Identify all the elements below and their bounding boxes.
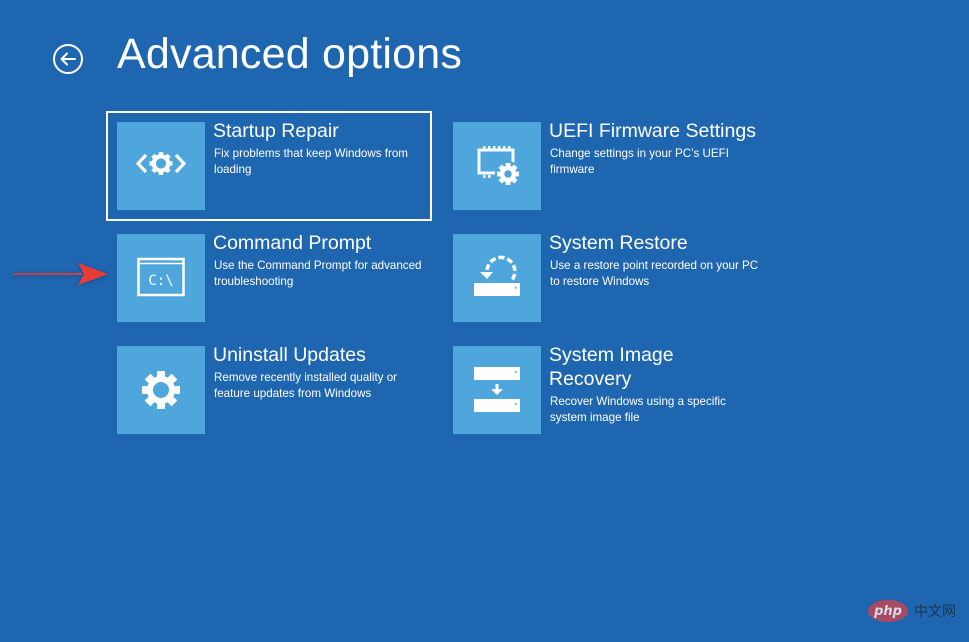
annotation-arrow-icon xyxy=(13,263,108,285)
restore-drive-icon xyxy=(474,255,520,296)
option-tile xyxy=(453,234,541,322)
command-prompt-icon: C:\ xyxy=(137,257,185,297)
option-title: Command Prompt xyxy=(213,232,372,254)
php-logo: php xyxy=(868,600,908,622)
option-title: UEFI Firmware Settings xyxy=(549,120,756,142)
back-button[interactable] xyxy=(52,43,84,75)
page-title: Advanced options xyxy=(117,30,463,78)
command-prompt-icon-text: C:\ xyxy=(148,273,173,289)
option-description: Change settings in your PC’s UEFI firmwa… xyxy=(550,147,729,176)
option-description: Fix problems that keep Windows from load… xyxy=(214,147,408,176)
chip-gear-icon xyxy=(477,146,521,187)
option-title: Uninstall Updates xyxy=(213,344,366,366)
option-description: Use a restore point recorded on your PC … xyxy=(550,259,759,288)
drive-to-drive-icon xyxy=(474,367,520,412)
option-title: Startup Repair xyxy=(213,120,339,142)
option-description: Use the Command Prompt for advanced trou… xyxy=(214,259,422,288)
option-tile xyxy=(453,346,541,434)
code-gear-icon xyxy=(135,152,187,175)
option-title: System Image Recovery xyxy=(549,344,674,390)
option-startup-repair[interactable]: Startup Repair Fix problems that keep Wi… xyxy=(106,111,432,221)
option-title: System Restore xyxy=(549,232,688,254)
watermark: php 中文网 xyxy=(868,597,968,625)
option-tile xyxy=(117,122,205,210)
gear-icon xyxy=(142,371,180,409)
option-tile xyxy=(453,122,541,210)
option-system-restore[interactable]: System Restore Use a restore point recor… xyxy=(444,225,766,331)
watermark-site-text: 中文网 xyxy=(914,604,956,620)
back-arrow-circle-icon xyxy=(53,44,83,74)
option-tile xyxy=(117,346,205,434)
option-uninstall-updates[interactable]: Uninstall Updates Remove recently instal… xyxy=(108,337,430,443)
option-uefi-firmware-settings[interactable]: UEFI Firmware Settings Change settings i… xyxy=(444,113,766,219)
option-system-image-recovery[interactable]: System Image Recovery Recover Windows us… xyxy=(444,337,766,443)
option-command-prompt[interactable]: C:\ Command Prompt Use the Command Promp… xyxy=(108,225,430,331)
option-description: Recover Windows using a specific system … xyxy=(550,395,726,424)
option-tile: C:\ xyxy=(117,234,205,322)
option-description: Remove recently installed quality or fea… xyxy=(214,371,398,400)
